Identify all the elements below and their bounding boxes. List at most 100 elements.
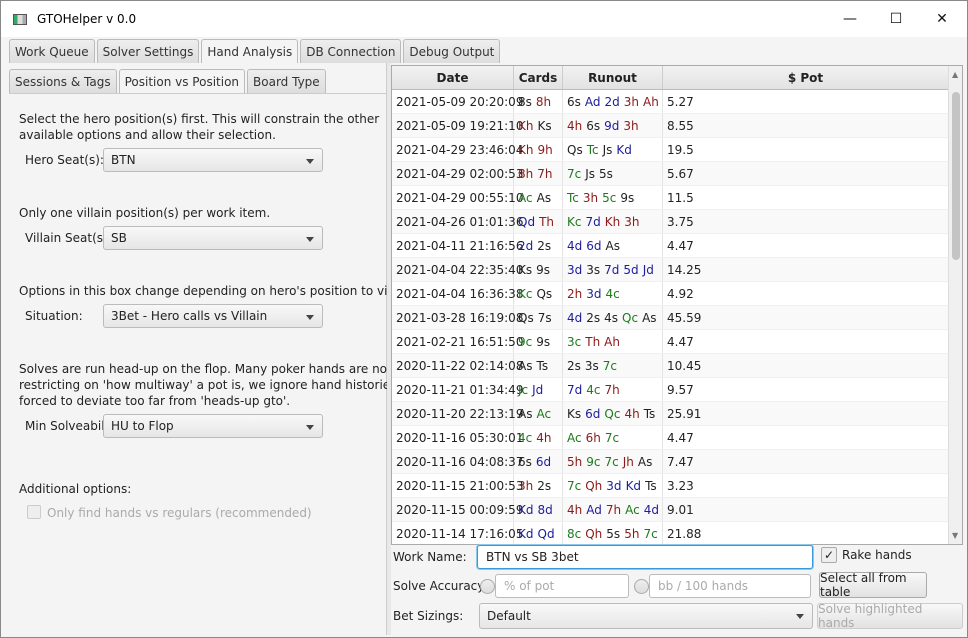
- tab-db-connection[interactable]: DB Connection: [300, 39, 402, 63]
- card: Ks: [537, 118, 552, 133]
- card: Kh: [604, 214, 621, 229]
- card: Jh: [622, 454, 634, 469]
- situation-select[interactable]: 3Bet - Hero calls vs Villain: [103, 304, 323, 328]
- subtab-sessions-tags[interactable]: Sessions & Tags: [9, 69, 117, 93]
- hero-seat-select[interactable]: BTN: [103, 148, 323, 172]
- min-solveability-value: HU to Flop: [111, 419, 174, 433]
- card: 5s: [599, 166, 613, 181]
- bet-sizings-select[interactable]: Default: [479, 603, 813, 629]
- pct-of-pot-input[interactable]: % of pot: [495, 574, 629, 598]
- work-name-input[interactable]: BTN vs SB 3bet: [477, 545, 813, 569]
- date-cell: 2021-05-09 20:20:09: [392, 90, 523, 113]
- card: 5h: [624, 526, 640, 541]
- card: 4d: [567, 310, 583, 325]
- subtab-position-vs-position[interactable]: Position vs Position: [118, 69, 246, 94]
- date-cell: 2021-03-28 16:19:08: [392, 306, 523, 329]
- table-row[interactable]: 2021-04-04 22:35:40 Ks 9s 3d 3s 7d 5d Jd 14.25: [392, 258, 962, 282]
- card: 3c: [567, 334, 582, 349]
- table-row[interactable]: 2021-03-28 16:19:08 Qs 7s 4d 2s 4s Qc As 45.59: [392, 306, 962, 330]
- runout-cell: Ac 6h 7c: [563, 426, 663, 449]
- card: As: [605, 238, 620, 253]
- scrollbar-thumb[interactable]: [952, 92, 960, 260]
- min-solveability-select[interactable]: HU to Flop: [103, 414, 323, 438]
- subtab-board-type[interactable]: Board Type: [247, 69, 326, 93]
- card: Ah: [604, 334, 620, 349]
- runout-cell: 7c Qh 3d Kd Ts: [563, 474, 663, 497]
- table-row[interactable]: 2020-11-16 04:08:37 6s 6d 5h 9c 7c Jh As 7.47: [392, 450, 962, 474]
- chevron-down-icon: [306, 237, 314, 242]
- table-row[interactable]: 2020-11-16 05:30:01 4c 4h Ac 6h 7c 4.47: [392, 426, 962, 450]
- scroll-up-icon[interactable]: ▲: [952, 70, 958, 79]
- table-row[interactable]: 2020-11-21 01:34:49 Jc Jd 7d 4c 7h 9.57: [392, 378, 962, 402]
- table-row[interactable]: 2021-02-21 16:51:50 9c 9s 3c Th Ah 4.47: [392, 330, 962, 354]
- card: Ts: [536, 358, 549, 373]
- column-runout[interactable]: Runout: [563, 66, 663, 89]
- card: 2s: [586, 310, 601, 325]
- date-cell: 2021-04-29 23:46:04: [392, 138, 523, 161]
- table-row[interactable]: 2021-04-29 23:46:04 Kh 9h Qs Tc Js Kd 19.5: [392, 138, 962, 162]
- solve-accuracy-label: Solve Accuracy:: [393, 579, 488, 593]
- table-row[interactable]: 2021-04-04 16:36:38 Kc Qs 2h 3d 4c 4.92: [392, 282, 962, 306]
- card: Kh: [518, 142, 534, 157]
- table-row[interactable]: 2021-05-09 20:20:09 8s 8h 6s Ad 2d 3h Ah 5.27: [392, 90, 962, 114]
- scroll-down-icon[interactable]: ▼: [952, 531, 958, 540]
- card: 9h: [537, 142, 553, 157]
- table-row[interactable]: 2021-04-26 01:01:36 Qd Th Kc 7d Kh 3h 3.75: [392, 210, 962, 234]
- card: 4h: [536, 430, 552, 445]
- cards-cell: 8h 7h: [514, 162, 563, 185]
- cards-cell: Qs 7s: [514, 306, 563, 329]
- runout-cell: 6s Ad 2d 3h Ah: [563, 90, 663, 113]
- additional-options-label: Additional options:: [19, 482, 132, 496]
- card: 8d: [537, 502, 553, 517]
- table-row[interactable]: 2020-11-20 22:13:19 As Ac Ks 6d Qc 4h Ts 25.91: [392, 402, 962, 426]
- card: 8c: [567, 526, 582, 541]
- villain-seat-select[interactable]: SB: [103, 226, 323, 250]
- column-date[interactable]: Date: [392, 66, 514, 89]
- table-row[interactable]: 2020-11-15 21:00:53 3h 2s 7c Qh 3d Kd Ts 3.23: [392, 474, 962, 498]
- maximize-button[interactable]: ☐: [873, 1, 919, 37]
- column-cards[interactable]: Cards: [514, 66, 563, 89]
- close-button[interactable]: ✕: [919, 1, 965, 37]
- runout-cell: 5h 9c 7c Jh As: [563, 450, 663, 473]
- card: 6d: [585, 406, 601, 421]
- bb-radio[interactable]: [634, 579, 649, 594]
- table-row[interactable]: 2020-11-22 02:14:08 As Ts 2s 3s 7c 10.45: [392, 354, 962, 378]
- card: 5s: [606, 526, 621, 541]
- chevron-down-icon: [796, 614, 804, 619]
- bb-per-100-input[interactable]: bb / 100 hands: [649, 574, 811, 598]
- vertical-scrollbar[interactable]: ▲ ▼: [948, 66, 962, 544]
- card: 7s: [537, 310, 552, 325]
- date-cell: 2020-11-21 01:34:49: [392, 378, 523, 401]
- select-all-button[interactable]: Select all from table: [819, 571, 927, 599]
- minimize-button[interactable]: —: [827, 1, 873, 37]
- tab-solver-settings[interactable]: Solver Settings: [96, 39, 200, 63]
- table-row[interactable]: 2021-04-29 02:00:53 8h 7h 7c Js 5s 5.67: [392, 162, 962, 186]
- table-row[interactable]: 2021-05-09 19:21:10 Kh Ks 4h 6s 9d 3h 8.55: [392, 114, 962, 138]
- table-row[interactable]: 2021-04-29 00:55:10 Ac As Tc 3h 5c 9s 11.5: [392, 186, 962, 210]
- runout-cell: 7c Js 5s: [563, 162, 663, 185]
- card: Jd: [532, 382, 544, 397]
- tab-work-queue[interactable]: Work Queue: [9, 39, 95, 63]
- card: As: [518, 358, 533, 373]
- tab-hand-analysis[interactable]: Hand Analysis: [201, 39, 299, 64]
- rake-checkbox[interactable]: ✓: [821, 547, 837, 563]
- table-row[interactable]: 2020-11-15 00:09:59 Kd 8d 4h Ad 7h Ac 4d 9.01: [392, 498, 962, 522]
- solve-highlighted-button[interactable]: Solve highlighted hands: [817, 602, 963, 630]
- regulars-checkbox[interactable]: [27, 505, 41, 519]
- table-row[interactable]: 2020-11-14 17:16:05 Kd Qd 8c Qh 5s 5h 7c 21.88: [392, 522, 962, 544]
- column-pot[interactable]: $ Pot: [663, 66, 949, 89]
- card: 7d: [567, 382, 583, 397]
- card: 4h: [567, 502, 583, 517]
- card: 6d: [535, 454, 552, 469]
- card: 3s: [584, 358, 599, 373]
- sub-tabs: Sessions & Tags Position vs Position Board…: [9, 69, 326, 94]
- card: Kd: [616, 142, 632, 157]
- card: 7d: [604, 262, 620, 277]
- table-row[interactable]: 2021-04-11 21:16:56 2d 2s 4d 6d As 4.47: [392, 234, 962, 258]
- tab-debug-output[interactable]: Debug Output: [403, 39, 501, 63]
- situation-help: Options in this box change depending on …: [19, 284, 417, 298]
- pct-radio[interactable]: [480, 579, 495, 594]
- card: 7c: [567, 478, 582, 493]
- date-cell: 2021-04-04 16:36:38: [392, 282, 523, 305]
- solve-help-2: restricting on 'how multiway' a pot is, …: [19, 378, 397, 392]
